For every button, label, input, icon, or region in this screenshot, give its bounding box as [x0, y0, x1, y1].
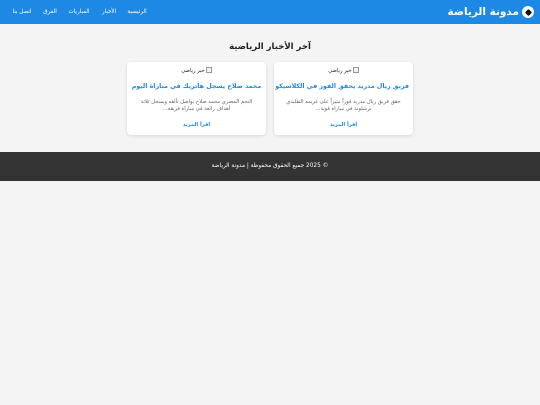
- read-more-link[interactable]: اقرأ المزيد: [127, 121, 266, 129]
- nav-link-teams[interactable]: الفرق: [43, 7, 57, 17]
- article-excerpt: النجم المصري محمد صلاح يواصل تألقه ويسجل…: [140, 99, 253, 112]
- article-image: خبر رياضي: [274, 67, 413, 75]
- section-title: آخر الأخبار الرياضية: [229, 42, 311, 52]
- site-brand[interactable]: مدونة الرياضة: [447, 5, 534, 19]
- nav-link-matches[interactable]: المباريات: [68, 7, 89, 17]
- nav-link-home[interactable]: الرئيسية: [127, 7, 146, 17]
- article-card: خبر رياضي فريق ريال مدريد يحقق الفوز في …: [274, 62, 413, 135]
- soccer-ball-icon: [522, 6, 534, 18]
- article-excerpt: حقق فريق ريال مدريد فوزاً مثيراً على غري…: [286, 99, 401, 112]
- article-image-alt: خبر رياضي: [328, 68, 352, 74]
- site-title: مدونة الرياضة: [447, 6, 519, 18]
- nav-link-news[interactable]: الأخبار: [102, 7, 116, 17]
- site-header: مدونة الرياضة الرئيسية الأخبار المباريات…: [0, 0, 540, 24]
- article-title-link[interactable]: محمد صلاح يسجل هاتريك في مباراة اليوم: [131, 82, 262, 92]
- article-image-alt: خبر رياضي: [181, 68, 205, 74]
- article-image: خبر رياضي: [127, 67, 266, 75]
- article-title-link[interactable]: فريق ريال مدريد يحقق الفوز في الكلاسيكو: [275, 82, 409, 92]
- broken-image-icon: [205, 67, 212, 73]
- site-footer: © 2025 جميع الحقوق محفوظة | مدونة الرياض…: [0, 152, 540, 181]
- nav-link-contact[interactable]: اتصل بنا: [13, 7, 32, 17]
- broken-image-icon: [352, 67, 359, 73]
- footer-copyright: © 2025 جميع الحقوق محفوظة | مدونة الرياض…: [211, 163, 329, 169]
- main-nav: الرئيسية الأخبار المباريات الفرق اتصل بن…: [0, 7, 160, 17]
- article-card: خبر رياضي محمد صلاح يسجل هاتريك في مبارا…: [127, 62, 266, 135]
- read-more-link[interactable]: اقرأ المزيد: [274, 121, 413, 129]
